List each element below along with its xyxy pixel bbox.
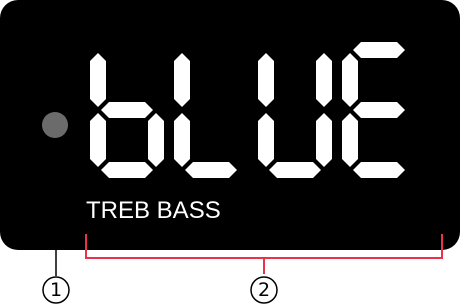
callout-1-number: 1 — [49, 279, 63, 301]
callout-bracket — [85, 234, 443, 259]
callout-2-number: 2 — [257, 279, 271, 301]
callout-lines — [42, 234, 443, 304]
